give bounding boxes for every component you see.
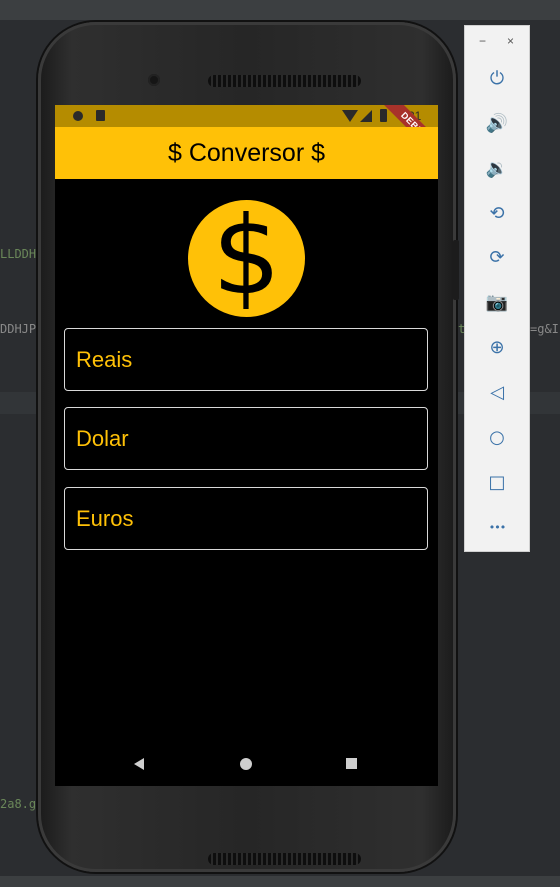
dollar-sign: $ <box>212 193 281 319</box>
euros-input[interactable]: Euros <box>64 487 428 550</box>
page-title: $ Conversor $ <box>167 138 326 167</box>
close-button[interactable]: × <box>507 34 514 48</box>
ide-code-fragment: LLDDH <box>0 247 37 261</box>
ide-code-fragment: DDHJP <box>0 322 37 336</box>
phone-screen: 6:31 DEBUG $ Conversor $ $ Reais Dolar E… <box>55 105 438 786</box>
notification-icon <box>73 111 83 121</box>
rotate-right-icon[interactable]: ⟳ <box>485 245 509 269</box>
status-bar: 6:31 DEBUG <box>55 105 438 163</box>
more-icon[interactable]: ••• <box>485 515 509 539</box>
reais-label: Reais <box>76 346 133 372</box>
phone-side-button <box>453 240 459 300</box>
home-icon[interactable]: ○ <box>485 425 509 449</box>
back-icon[interactable]: ◁ <box>485 380 509 404</box>
nav-recents-icon[interactable] <box>346 758 357 769</box>
front-camera <box>148 74 160 86</box>
dolar-label: Dolar <box>76 425 129 451</box>
nav-back-icon[interactable] <box>134 758 144 770</box>
top-speaker <box>208 75 361 87</box>
ide-bottombar <box>0 876 560 887</box>
reais-input[interactable]: Reais <box>64 328 428 391</box>
dolar-input[interactable]: Dolar <box>64 407 428 470</box>
ide-code-fragment: 2a8.g <box>0 797 37 811</box>
camera-icon[interactable]: 📷 <box>485 290 509 314</box>
emulator-toolbar: − × ⏻ 🔊 🔉 ⟲ ⟳ 📷 ⊕ ◁ ○ □ ••• <box>464 25 530 552</box>
power-icon[interactable]: ⏻ <box>485 66 509 90</box>
dollar-coin-icon: $ <box>188 200 305 317</box>
nav-home-icon[interactable] <box>240 758 252 770</box>
ide-topbar <box>0 0 560 20</box>
rotate-left-icon[interactable]: ⟲ <box>485 201 509 225</box>
overview-icon[interactable]: □ <box>485 470 509 494</box>
bottom-speaker <box>208 853 361 865</box>
zoom-icon[interactable]: ⊕ <box>485 335 509 359</box>
signal-icon <box>360 110 372 122</box>
sd-card-icon <box>96 110 105 121</box>
euros-label: Euros <box>76 505 134 531</box>
android-nav-bar <box>55 745 438 786</box>
wifi-icon <box>342 110 358 122</box>
ide-code-fragment: =g&I <box>530 322 559 336</box>
volume-up-icon[interactable]: 🔊 <box>485 111 509 135</box>
battery-icon <box>380 109 387 122</box>
minimize-button[interactable]: − <box>479 34 486 48</box>
volume-down-icon[interactable]: 🔉 <box>485 156 509 180</box>
app-bar: $ Conversor $ <box>55 127 438 179</box>
